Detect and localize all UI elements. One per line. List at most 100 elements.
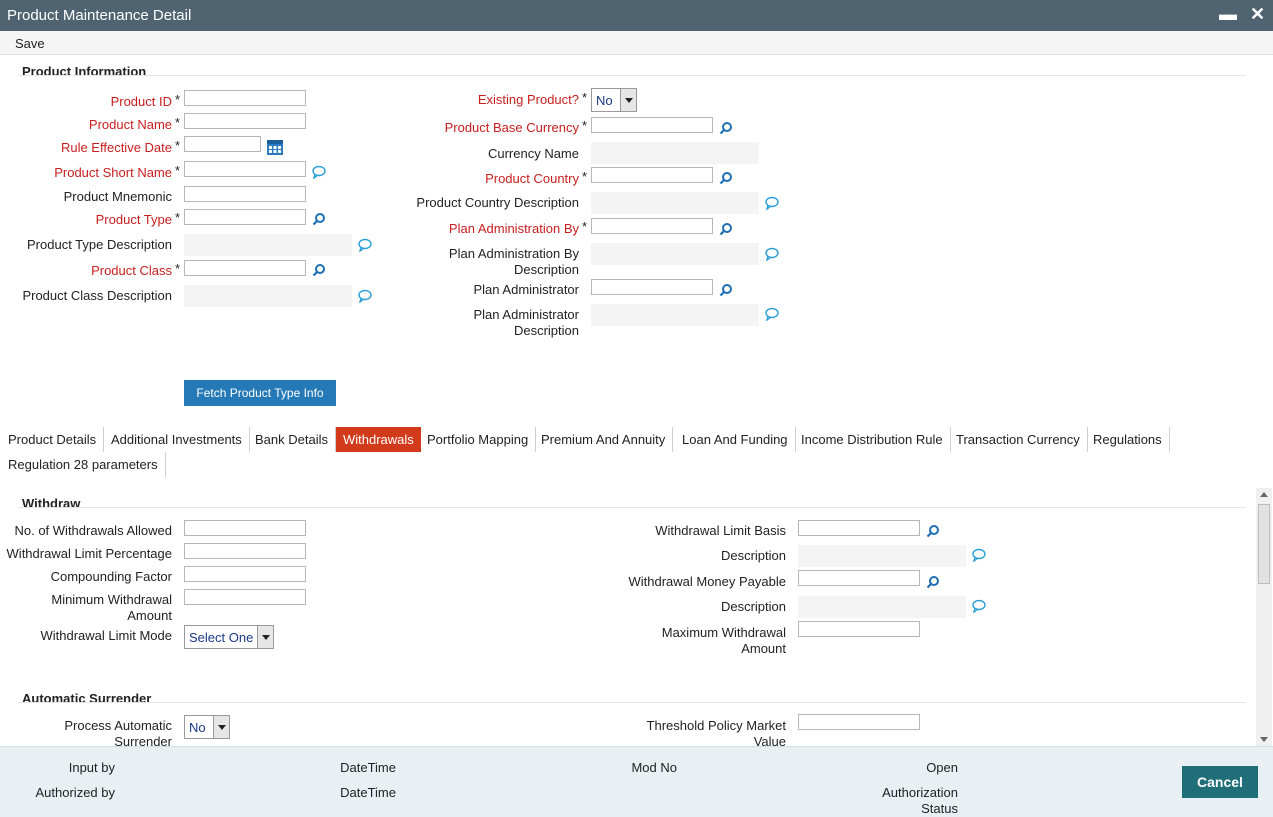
- calendar-icon[interactable]: [267, 140, 283, 155]
- product-class-input[interactable]: [184, 260, 306, 276]
- scroll-thumb[interactable]: [1258, 504, 1270, 584]
- currency-name-field: [591, 142, 759, 164]
- search-icon[interactable]: [719, 222, 733, 236]
- comment-icon[interactable]: [358, 289, 372, 303]
- label-line: Maximum Withdrawal: [661, 625, 786, 640]
- withdrawal-limit-mode-select[interactable]: Select One: [184, 625, 274, 649]
- tab-portfolio-mapping[interactable]: Portfolio Mapping: [420, 427, 537, 452]
- label-line: Threshold Policy Market: [646, 718, 786, 733]
- rule-effective-date-input[interactable]: [184, 136, 261, 152]
- close-icon[interactable]: ✕: [1250, 4, 1265, 24]
- window-title: Product Maintenance Detail: [7, 7, 192, 24]
- fetch-product-type-info-button[interactable]: Fetch Product Type Info: [184, 380, 336, 406]
- existing-product-select[interactable]: No: [591, 88, 637, 112]
- product-mnemonic-input[interactable]: [184, 186, 306, 202]
- product-class-label: Product Class: [91, 263, 172, 278]
- maximum-withdrawal-amount-input[interactable]: [798, 621, 920, 637]
- section-divider: [18, 702, 1246, 703]
- product-id-input[interactable]: [184, 90, 306, 106]
- withdrawal-money-payable-input[interactable]: [798, 570, 920, 586]
- product-type-description-field: [184, 234, 352, 256]
- label-line: Status: [921, 801, 958, 816]
- vertical-scrollbar[interactable]: [1256, 488, 1272, 746]
- product-country-description-label: Product Country Description: [416, 195, 579, 210]
- withdrawal-limit-basis-input[interactable]: [798, 520, 920, 536]
- plan-administrator-label: Plan Administrator: [473, 282, 580, 297]
- withdrawal-limit-percentage-input[interactable]: [184, 543, 306, 559]
- comment-icon[interactable]: [312, 165, 326, 179]
- required-star: *: [582, 219, 588, 234]
- tab-premium-and-annuity[interactable]: Premium And Annuity: [534, 427, 674, 452]
- threshold-policy-market-value-input[interactable]: [798, 714, 920, 730]
- scroll-up-icon[interactable]: [1260, 492, 1268, 497]
- product-name-input[interactable]: [184, 113, 306, 129]
- no-of-withdrawals-label: No. of Withdrawals Allowed: [14, 523, 172, 538]
- tab-transaction-currency[interactable]: Transaction Currency: [949, 427, 1088, 452]
- product-type-input[interactable]: [184, 209, 306, 225]
- tab-withdrawals[interactable]: Withdrawals: [336, 427, 421, 452]
- withdrawal-limit-basis-label: Withdrawal Limit Basis: [655, 523, 786, 538]
- required-star: *: [175, 210, 181, 225]
- comment-icon[interactable]: [765, 196, 779, 210]
- existing-product-label: Existing Product?: [477, 92, 579, 107]
- product-class-description-field: [184, 285, 352, 307]
- tab-product-details[interactable]: Product Details: [1, 427, 105, 452]
- product-country-input[interactable]: [591, 167, 713, 183]
- existing-product-value: No: [596, 93, 613, 108]
- save-button[interactable]: Save: [15, 36, 45, 51]
- cancel-button[interactable]: Cancel: [1182, 766, 1258, 798]
- process-automatic-surrender-select[interactable]: No: [184, 715, 230, 739]
- label-line: Plan Administration By: [448, 246, 579, 261]
- chevron-down-icon: [213, 716, 229, 738]
- scroll-down-icon[interactable]: [1260, 737, 1268, 742]
- tab-loan-and-funding[interactable]: Loan And Funding: [675, 427, 796, 452]
- rule-effective-date-label: Rule Effective Date: [60, 140, 172, 155]
- search-icon[interactable]: [312, 212, 326, 226]
- tab-regulation-28-parameters[interactable]: Regulation 28 parameters: [1, 452, 166, 477]
- mod-no-label: Mod No: [631, 760, 677, 775]
- product-base-currency-input[interactable]: [591, 117, 713, 133]
- comment-icon[interactable]: [972, 548, 986, 562]
- tab-income-distribution-rule[interactable]: Income Distribution Rule: [794, 427, 951, 452]
- datetime-label: DateTime: [340, 760, 396, 775]
- product-name-label: Product Name: [88, 117, 172, 132]
- search-icon[interactable]: [719, 283, 733, 297]
- no-of-withdrawals-input[interactable]: [184, 520, 306, 536]
- required-star: *: [582, 169, 588, 184]
- search-icon[interactable]: [719, 171, 733, 185]
- search-icon[interactable]: [926, 524, 940, 538]
- required-star: *: [175, 115, 181, 130]
- section-divider: [18, 507, 1246, 508]
- compounding-factor-input[interactable]: [184, 566, 306, 582]
- audit-footer: Input by DateTime Mod No Open Authorized…: [0, 746, 1273, 817]
- comment-icon[interactable]: [765, 307, 779, 321]
- product-country-label: Product Country: [485, 171, 579, 186]
- tab-regulations[interactable]: Regulations: [1086, 427, 1170, 452]
- compounding-factor-label: Compounding Factor: [50, 569, 172, 584]
- section-divider: [18, 75, 1246, 76]
- search-icon[interactable]: [312, 263, 326, 277]
- comment-icon[interactable]: [765, 247, 779, 261]
- chevron-down-icon: [620, 89, 636, 111]
- process-automatic-surrender-value: No: [189, 720, 206, 735]
- plan-administration-by-label: Plan Administration By: [448, 221, 579, 236]
- comment-icon[interactable]: [358, 238, 372, 252]
- required-star: *: [175, 163, 181, 178]
- label-line: Description: [513, 323, 579, 338]
- comment-icon[interactable]: [972, 599, 986, 613]
- tab-additional-investments[interactable]: Additional Investments: [104, 427, 250, 452]
- search-icon[interactable]: [719, 121, 733, 135]
- record-status-label: Open: [926, 760, 958, 775]
- plan-administrator-input[interactable]: [591, 279, 713, 295]
- tab-bank-details[interactable]: Bank Details: [248, 427, 336, 452]
- required-star: *: [582, 118, 588, 133]
- withdrawal-limit-basis-description-label: Description: [720, 548, 786, 563]
- minimize-icon[interactable]: ▬: [1219, 4, 1237, 24]
- label-line: Minimum Withdrawal: [51, 592, 172, 607]
- datetime-label: DateTime: [340, 785, 396, 800]
- search-icon[interactable]: [926, 575, 940, 589]
- product-short-name-input[interactable]: [184, 161, 306, 177]
- product-mnemonic-label: Product Mnemonic: [63, 189, 172, 204]
- plan-administration-by-input[interactable]: [591, 218, 713, 234]
- minimum-withdrawal-amount-input[interactable]: [184, 589, 306, 605]
